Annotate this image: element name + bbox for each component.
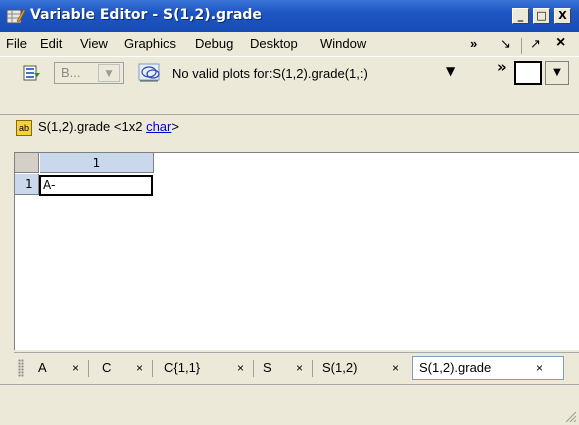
tab-s-close-icon[interactable]: × (296, 357, 303, 379)
tab-a[interactable]: A (38, 357, 47, 379)
tab-separator (88, 360, 89, 377)
tab-c-1-1[interactable]: C{1,1} (164, 357, 200, 379)
import-data-icon[interactable] (22, 63, 42, 83)
plot-type-box[interactable] (514, 61, 542, 85)
variable-descriptor: S(1,2).grade <1x2 char> (38, 119, 179, 134)
tab-s[interactable]: S (263, 357, 272, 379)
plot-status: No valid plots for:S(1,2).grade(1,:) (172, 66, 368, 81)
undock-icon[interactable]: ↗ (530, 36, 541, 52)
dock-icon[interactable]: ↘ (500, 36, 511, 52)
menu-edit[interactable]: Edit (40, 36, 62, 51)
tab-s-1-2[interactable]: S(1,2) (322, 357, 357, 379)
menu-file[interactable]: File (6, 36, 27, 51)
char-type-icon: ab (16, 120, 32, 136)
window-title: Variable Editor - S(1,2).grade (30, 7, 262, 23)
minimize-button[interactable]: _ (512, 8, 529, 24)
tab-s-1-2-close-icon[interactable]: × (392, 357, 399, 379)
combo-dropdown-icon[interactable]: ▼ (98, 64, 120, 82)
grid-cell-1-1[interactable]: A- (39, 175, 153, 196)
grid-corner[interactable] (15, 153, 39, 173)
menu-debug[interactable]: Debug (195, 36, 233, 51)
status-bar (0, 384, 579, 425)
menu-graphics[interactable]: Graphics (124, 36, 176, 51)
plot-dropdown-icon[interactable]: ▼ (446, 64, 455, 78)
plot-type-dropdown-icon[interactable]: ▼ (545, 61, 569, 85)
column-header-1[interactable]: 1 (40, 153, 154, 173)
toolbar-overflow-icon[interactable]: » (497, 58, 507, 76)
menu-view[interactable]: View (80, 36, 108, 51)
tab-s-1-2-grade[interactable]: S(1,2).grade (419, 357, 491, 379)
resize-grip-icon[interactable] (563, 410, 577, 423)
plot-selector-icon[interactable] (138, 62, 166, 84)
menu-window[interactable]: Window (320, 36, 366, 51)
editor-close-icon[interactable]: × (556, 34, 565, 52)
class-link[interactable]: char (146, 119, 171, 134)
variable-name: S(1,2).grade (38, 119, 111, 134)
row-header-1[interactable]: 1 (15, 174, 39, 195)
tab-grip-icon[interactable] (18, 359, 24, 377)
close-button[interactable]: X (554, 8, 571, 24)
variable-editor-icon (6, 8, 26, 24)
size-suffix: > (171, 119, 179, 134)
menu-divider (521, 38, 522, 54)
maximize-button[interactable]: □ (533, 8, 550, 24)
tab-c-close-icon[interactable]: × (136, 357, 143, 379)
tab-separator (152, 360, 153, 377)
tab-separator (312, 360, 313, 377)
tab-s-1-2-grade-close-icon[interactable]: × (536, 357, 543, 379)
tab-c[interactable]: C (102, 357, 111, 379)
tab-a-close-icon[interactable]: × (72, 357, 79, 379)
tab-separator (253, 360, 254, 377)
size-prefix: <1x2 (113, 119, 147, 134)
menu-desktop[interactable]: Desktop (250, 36, 298, 51)
menu-overflow-icon[interactable]: » (470, 36, 477, 51)
tab-c-1-1-close-icon[interactable]: × (237, 357, 244, 379)
